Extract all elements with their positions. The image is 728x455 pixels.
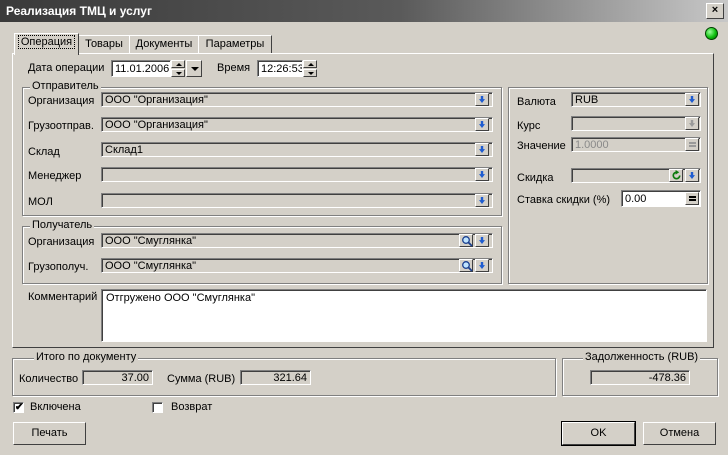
consignee-dropdown[interactable] — [475, 259, 489, 272]
discount-label: Скидка — [517, 172, 554, 184]
rate-field[interactable] — [571, 116, 701, 131]
receiver-organization-dropdown[interactable] — [475, 234, 489, 247]
search-icon — [462, 261, 473, 272]
arrow-down-icon — [689, 120, 695, 127]
close-icon: × — [711, 4, 719, 16]
currency-dropdown[interactable] — [685, 93, 699, 106]
rate-label: Курс — [517, 120, 541, 132]
sender-group-label: Отправитель — [30, 80, 101, 92]
arrow-down-icon — [689, 172, 695, 179]
return-label: Возврат — [171, 401, 213, 413]
value-label: Значение — [517, 140, 566, 152]
debt-group-label: Задолженность (RUB) — [583, 351, 701, 363]
tab-goods[interactable]: Товары — [78, 35, 130, 54]
tab-label: Параметры — [205, 38, 265, 50]
refresh-icon — [672, 170, 681, 180]
equals-icon — [689, 196, 696, 201]
arrow-down-icon — [479, 96, 485, 103]
print-button[interactable]: Печать — [13, 422, 86, 445]
sender-organization-dropdown[interactable] — [475, 93, 489, 106]
close-button[interactable]: × — [706, 3, 724, 19]
discount-rate-label: Ставка скидки (%) — [517, 194, 611, 206]
discount-dropdown[interactable] — [685, 169, 699, 182]
warehouse-label: Склад — [28, 146, 60, 158]
time-input[interactable]: 12:26:53 — [257, 60, 303, 77]
currency-label: Валюта — [517, 96, 556, 108]
arrow-down-icon — [479, 171, 485, 178]
manager-dropdown[interactable] — [475, 168, 489, 181]
tab-label: Документы — [135, 38, 193, 50]
receiver-organization-field[interactable]: ООО "Смуглянка" — [101, 233, 493, 248]
receiver-organization-label: Организация — [28, 236, 95, 248]
tab-parameters[interactable]: Параметры — [198, 35, 272, 54]
cancel-button[interactable]: Отмена — [643, 422, 716, 445]
tab-documents[interactable]: Документы — [129, 35, 199, 54]
date-dropdown-button[interactable] — [186, 60, 202, 77]
arrow-down-icon — [479, 121, 485, 128]
sum-value: 321.64 — [240, 370, 311, 385]
tab-label: Товары — [85, 38, 123, 50]
arrow-down-icon — [479, 262, 485, 269]
shipper-label: Грузоотправ. — [28, 120, 94, 132]
chevron-down-icon — [191, 67, 199, 71]
warehouse-dropdown[interactable] — [475, 143, 489, 156]
arrow-down-icon — [479, 237, 485, 244]
time-spinner[interactable] — [303, 60, 317, 77]
receiver-group-label: Получатель — [30, 219, 95, 231]
manager-field[interactable] — [101, 167, 493, 182]
currency-field[interactable]: RUB — [571, 92, 701, 107]
tab-label: Операция — [17, 35, 76, 49]
rate-dropdown[interactable] — [685, 117, 699, 130]
status-indicator-icon — [705, 27, 718, 40]
enabled-checkbox[interactable]: ✔ — [13, 402, 24, 413]
totals-group-label: Итого по документу — [34, 351, 139, 363]
date-spinner[interactable] — [171, 60, 185, 77]
time-label: Время — [217, 62, 251, 74]
window-title: Реализация ТМЦ и услуг — [6, 4, 152, 18]
sender-organization-label: Организация — [28, 95, 95, 107]
quantity-label: Количество — [19, 373, 79, 385]
date-label: Дата операции — [28, 62, 105, 74]
mol-field[interactable] — [101, 193, 493, 208]
spin-down-icon[interactable] — [171, 69, 185, 77]
consignee-search-button[interactable] — [459, 259, 473, 272]
arrow-down-icon — [479, 197, 485, 204]
date-input[interactable]: 11.01.2006 — [111, 60, 171, 77]
debt-value: -478.36 — [590, 370, 690, 385]
checkmark-icon: ✔ — [15, 402, 24, 413]
consignee-label: Грузополуч. — [28, 261, 89, 273]
comment-label: Комментарий — [28, 291, 98, 303]
comment-textarea[interactable]: Отгружено ООО "Смуглянка" — [101, 289, 707, 342]
search-icon — [462, 236, 473, 247]
tab-operation[interactable]: Операция — [14, 33, 79, 55]
discount-refresh-button[interactable] — [669, 169, 683, 182]
ok-button[interactable]: OK — [561, 421, 636, 446]
warehouse-field[interactable]: Склад1 — [101, 142, 493, 157]
return-checkbox[interactable] — [152, 402, 163, 413]
arrow-down-icon — [689, 96, 695, 103]
receiver-organization-search-button[interactable] — [459, 234, 473, 247]
enabled-label: Включена — [30, 401, 81, 413]
mol-label: МОЛ — [28, 196, 53, 208]
spin-up-icon[interactable] — [171, 60, 185, 68]
shipper-dropdown[interactable] — [475, 118, 489, 131]
shipper-field[interactable]: ООО "Организация" — [101, 117, 493, 132]
title-bar: Реализация ТМЦ и услуг × — [0, 0, 728, 22]
equals-icon — [689, 142, 696, 147]
value-field[interactable]: 1.0000 — [571, 137, 701, 152]
sender-organization-field[interactable]: ООО "Организация" — [101, 92, 493, 107]
quantity-value: 37.00 — [82, 370, 153, 385]
consignee-field[interactable]: ООО "Смуглянка" — [101, 258, 493, 273]
spin-up-icon[interactable] — [303, 60, 317, 68]
spin-down-icon[interactable] — [303, 69, 317, 77]
discount-rate-calc-button[interactable] — [685, 192, 699, 205]
value-calc-button[interactable] — [685, 138, 699, 151]
arrow-down-icon — [479, 146, 485, 153]
manager-label: Менеджер — [28, 170, 82, 182]
sum-label: Сумма (RUB) — [167, 373, 236, 385]
mol-dropdown[interactable] — [475, 194, 489, 207]
